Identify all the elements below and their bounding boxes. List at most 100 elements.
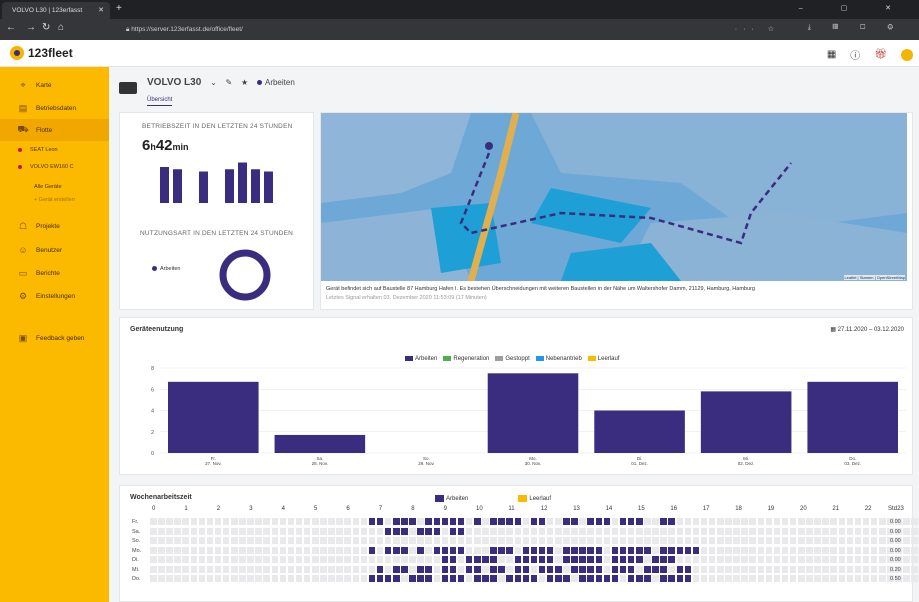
- heatmap-cell: [182, 565, 189, 573]
- heatmap-cell: [757, 565, 764, 573]
- tab-uebersicht[interactable]: Übersicht: [147, 97, 173, 106]
- address-bar[interactable]: 🔒︎ https://server.123erfasst.de/office/f…: [120, 23, 790, 37]
- heatmap-cell: [182, 556, 189, 563]
- heatmap-cell: [360, 518, 368, 525]
- heatmap-cell: [214, 565, 222, 573]
- browser-extension-icons[interactable]: ⤓ ▥ ▢ ⚙: [808, 24, 903, 32]
- fleet-sub-item-volvo[interactable]: VOLVO EW160 C: [18, 164, 74, 170]
- heatmap-cell-active: [449, 556, 457, 563]
- heatmap-cell: [222, 527, 230, 535]
- heatmap-cell: [814, 546, 821, 554]
- heatmap-cell: [425, 546, 432, 554]
- chevron-down-icon[interactable]: ⌄: [210, 78, 217, 87]
- new-tab-button[interactable]: +: [116, 3, 122, 14]
- heatmap-cell: [822, 537, 829, 544]
- heatmap-cell-active: [376, 575, 384, 582]
- heatmap-cell: [506, 537, 513, 544]
- forward-icon[interactable]: →: [26, 22, 36, 33]
- heatmap-cell: [336, 575, 343, 582]
- heatmap-cell: [870, 556, 878, 563]
- sidebar-item-karte[interactable]: ⌖ Karte: [0, 74, 109, 96]
- legend-swatch: [535, 356, 544, 361]
- heatmap-cell: [231, 565, 238, 573]
- sidebar-item-benutzer[interactable]: ☺ Benutzer: [0, 239, 109, 261]
- heatmap-cell: [563, 527, 570, 535]
- heatmap-cell: [255, 527, 262, 535]
- legend-item[interactable]: Nebenantrieb: [535, 356, 582, 362]
- legend-item[interactable]: Regeneration: [443, 356, 489, 362]
- heatmap-cell-active: [417, 565, 424, 573]
- heatmap-cell: [789, 546, 797, 554]
- sidebar-item-feedback[interactable]: ▣ Feedback geben: [0, 327, 109, 349]
- heatmap-cell: [717, 527, 724, 535]
- location-map[interactable]: Leaflet | Stamen | OpenStreetMap: [321, 113, 907, 281]
- heatmap-cell: [692, 556, 700, 563]
- heatmap-cell: [571, 537, 578, 544]
- heatmap-cell: [765, 518, 773, 525]
- heatmap-cell: [692, 537, 700, 544]
- star-icon[interactable]: ★: [241, 78, 248, 87]
- usage-bar[interactable]: [487, 373, 579, 453]
- heatmap-cell: [749, 565, 756, 573]
- usage-bar[interactable]: [807, 381, 898, 453]
- app-logo[interactable]: 123fleet: [10, 46, 73, 60]
- sidebar-item-projekte[interactable]: ☖ Projekte: [0, 215, 109, 237]
- bookmark-star-icon[interactable]: ··· ☆: [735, 25, 780, 33]
- heatmap-cell: [506, 565, 513, 573]
- heatmap-cell: [830, 537, 837, 544]
- heatmap-cell: [482, 518, 489, 525]
- home-icon[interactable]: ⌂: [58, 22, 64, 33]
- info-icon[interactable]: ⓘ: [850, 47, 860, 62]
- heatmap-cell: [733, 527, 740, 535]
- heatmap-cell-active: [498, 518, 505, 525]
- heatmap-cell: [846, 546, 854, 554]
- heatmap-cell: [757, 575, 764, 582]
- heatmap-cell-active: [490, 546, 497, 554]
- sidebar-item-flotte[interactable]: ⛟ Flotte: [0, 119, 109, 141]
- sidebar-item-einstellungen[interactable]: ⚙ Einstellungen: [0, 285, 109, 307]
- browser-tab[interactable]: VOLVO L30 | 123erfasst ✕: [2, 2, 110, 19]
- heatmap-cell-active: [619, 546, 627, 554]
- edit-icon[interactable]: ✎: [226, 78, 233, 87]
- usage-bar[interactable]: [168, 381, 259, 453]
- heatmap-cell: [303, 546, 311, 554]
- heatmap-cell: [708, 556, 716, 563]
- heatmap-cell-active: [555, 565, 562, 573]
- user-avatar[interactable]: [901, 48, 913, 61]
- heatmap-cell: [862, 527, 870, 535]
- back-icon[interactable]: ←: [6, 22, 16, 33]
- device-location-marker-icon[interactable]: [485, 142, 493, 150]
- excavator-icon: ⛟: [17, 124, 29, 134]
- date-range-picker[interactable]: ▦ 27.11.2020 – 03.12.2020: [830, 326, 904, 333]
- heatmap-cell: [773, 546, 781, 554]
- usage-bar[interactable]: [274, 434, 366, 453]
- reload-icon[interactable]: ↻: [42, 22, 50, 33]
- heatmap-cell: [206, 546, 214, 554]
- fleet-sub-item-seat[interactable]: SEAT Leon: [18, 147, 58, 153]
- legend-item[interactable]: Leerlauf: [587, 356, 619, 362]
- heatmap-cell: [360, 537, 368, 544]
- close-tab-icon[interactable]: ✕: [98, 6, 104, 14]
- hour-label: 14: [605, 506, 613, 512]
- sidebar-item-berichte[interactable]: ▭ Berichte: [0, 262, 109, 284]
- heatmap-cell: [368, 556, 376, 563]
- usage-bar[interactable]: [594, 410, 685, 454]
- heatmap-cell-active: [482, 575, 489, 582]
- legend-item[interactable]: Arbeiten: [405, 356, 437, 362]
- heatmap-cell: [465, 575, 473, 582]
- heatmap-cell: [708, 575, 716, 582]
- all-devices-link[interactable]: Alle Geräte: [34, 184, 62, 190]
- heatmap-cell: [320, 518, 327, 525]
- heatmap-cell: [166, 575, 173, 582]
- apps-grid-icon[interactable]: ▦: [827, 49, 836, 60]
- sidebar-item-betriebsdaten[interactable]: ▤ Betriebsdaten: [0, 97, 109, 119]
- gift-icon[interactable]: 🎁︎: [874, 49, 887, 60]
- heatmap-cell: [854, 527, 862, 535]
- heatmap-cell: [344, 518, 351, 525]
- heatmap-cell: [522, 518, 530, 525]
- heatmap-cell-active: [457, 575, 465, 582]
- usage-bar[interactable]: [700, 391, 792, 453]
- legend-item[interactable]: Gestoppt: [495, 356, 530, 362]
- add-device-link[interactable]: + Gerät erstellen: [34, 197, 75, 203]
- window-controls[interactable]: – ▢ ✕: [799, 4, 909, 12]
